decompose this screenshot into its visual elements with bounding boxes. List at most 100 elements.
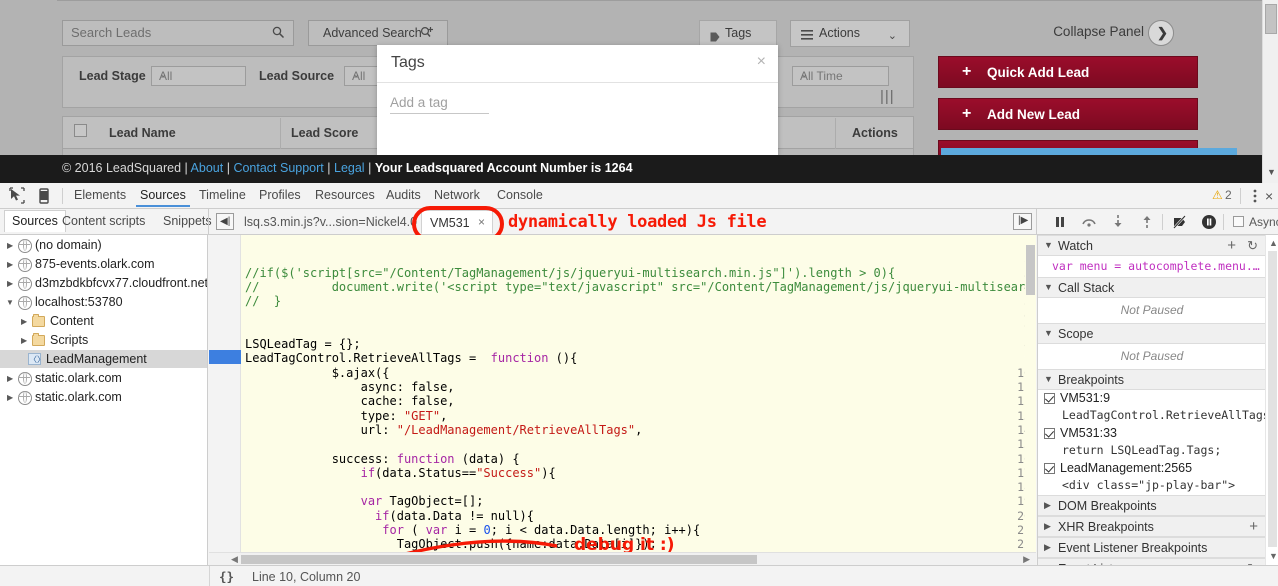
select-all-checkbox[interactable] xyxy=(74,124,87,137)
breakpoint-checkbox[interactable] xyxy=(1044,393,1055,404)
breakpoint-checkbox[interactable] xyxy=(1044,463,1055,474)
breakpoint-location[interactable]: VM531:9 xyxy=(1060,391,1110,405)
code-line[interactable]: //if($('script[src="/Content/TagManageme… xyxy=(245,266,895,280)
tree-node-leadmanagement[interactable]: 〈〉 LeadManagement xyxy=(0,350,208,368)
column-header-lead-score[interactable]: Lead Score xyxy=(291,126,358,140)
chevron-down-icon[interactable]: ▼ xyxy=(1044,374,1053,384)
navigator-tab-snippets[interactable]: Snippets xyxy=(163,214,212,228)
collapse-panel-button[interactable]: ❯ xyxy=(1148,20,1174,46)
section-header-event-listeners[interactable]: ▶ Event Listeners ↻ xyxy=(1038,558,1266,565)
scroll-up-icon[interactable]: ▲ xyxy=(1269,238,1278,248)
tree-node-static-olark-1[interactable]: ▶ static.olark.com xyxy=(0,369,208,387)
add-watch-icon[interactable]: + xyxy=(1227,237,1236,254)
tree-node-no-domain[interactable]: ▶ (no domain) xyxy=(0,236,208,254)
add-xhr-breakpoint-icon[interactable]: + xyxy=(1249,518,1258,535)
toggle-sidebar-icon[interactable]: |▶ xyxy=(1013,213,1032,230)
code-line[interactable]: LSQLeadTag = {}; xyxy=(245,337,361,351)
pause-on-exceptions-icon[interactable] xyxy=(1200,213,1218,231)
section-header-dom-breakpoints[interactable]: ▶ DOM Breakpoints xyxy=(1038,495,1266,516)
scroll-down-icon[interactable]: ▼ xyxy=(1269,551,1278,561)
watch-expression[interactable]: var menu = autocomplete.menu.… xyxy=(1052,259,1260,273)
code-line[interactable]: LeadTagControl.RetrieveAllTags = functio… xyxy=(245,351,577,365)
scrollbar-thumb[interactable] xyxy=(1265,4,1277,34)
scroll-down-icon[interactable]: ▼ xyxy=(1267,167,1276,177)
section-header-watch[interactable]: ▼ Watch + ↻ xyxy=(1038,235,1266,256)
tab-timeline[interactable]: Timeline xyxy=(199,188,246,202)
tree-node-content[interactable]: ▶ Content xyxy=(0,312,208,330)
chevron-right-icon[interactable]: ▶ xyxy=(1044,542,1051,553)
breakpoint-checkbox[interactable] xyxy=(1044,428,1055,439)
search-input[interactable]: Search Leads xyxy=(62,20,294,46)
close-devtools-icon[interactable]: × xyxy=(1265,188,1273,204)
chevron-down-icon[interactable]: ▼ xyxy=(1044,282,1053,292)
lead-stage-select[interactable]: All ⌄ xyxy=(151,66,246,86)
file-navigator[interactable]: ▶ (no domain) ▶ 875-events.olark.com ▶ d… xyxy=(0,235,208,565)
footer-link-about[interactable]: About xyxy=(191,161,224,175)
code-line[interactable]: success: function (data) { xyxy=(245,452,520,466)
section-header-breakpoints[interactable]: ▼ Breakpoints xyxy=(1038,369,1266,390)
scroll-left-icon[interactable]: ◀ xyxy=(231,554,238,565)
code-line[interactable]: // document.write('<script type="text/ja… xyxy=(245,280,1036,294)
search-icon[interactable] xyxy=(272,26,285,39)
navigator-tab-content-scripts[interactable]: Content scripts xyxy=(62,214,145,228)
kebab-menu-icon[interactable] xyxy=(1248,187,1262,205)
toggle-navigator-icon[interactable]: ◀| xyxy=(216,213,234,230)
code-line[interactable]: $.ajax({ xyxy=(245,366,390,380)
inspect-element-icon[interactable] xyxy=(8,187,28,205)
pretty-print-icon[interactable]: {} xyxy=(219,569,234,584)
tree-node-875-events[interactable]: ▶ 875-events.olark.com xyxy=(0,255,208,273)
code-editor[interactable]: 1234567891011121314151617181920212223 //… xyxy=(209,235,1036,565)
code-line[interactable]: // } xyxy=(245,294,281,308)
warning-count[interactable]: 2 xyxy=(1225,188,1232,202)
scroll-right-icon[interactable]: ▶ xyxy=(1023,554,1030,565)
tree-node-scripts[interactable]: ▶ Scripts xyxy=(0,331,208,349)
quick-add-lead-button[interactable]: + Quick Add Lead xyxy=(938,56,1198,88)
code-line[interactable]: var TagObject=[]; xyxy=(245,494,483,508)
step-out-icon[interactable] xyxy=(1138,213,1156,231)
deactivate-breakpoints-icon[interactable] xyxy=(1171,213,1189,231)
code-line[interactable]: url: "/LeadManagement/RetrieveAllTags", xyxy=(245,423,642,437)
code-line[interactable]: type: "GET", xyxy=(245,409,447,423)
scrollbar-thumb[interactable] xyxy=(1268,251,1277,547)
chevron-right-icon[interactable]: ▶ xyxy=(1044,500,1051,511)
close-icon[interactable]: × xyxy=(757,53,766,71)
page-scrollbar[interactable]: ▼ xyxy=(1262,0,1278,183)
chevron-right-icon[interactable]: ▶ xyxy=(7,393,13,402)
editor-vertical-scrollbar[interactable] xyxy=(1025,235,1036,553)
tab-console[interactable]: Console xyxy=(497,188,543,202)
tab-resources[interactable]: Resources xyxy=(315,188,375,202)
chevron-right-icon[interactable]: ▶ xyxy=(7,279,13,288)
code-line[interactable]: async: false, xyxy=(245,380,455,394)
actions-button[interactable]: Actions ⌄ xyxy=(790,20,910,47)
section-header-xhr-breakpoints[interactable]: ▶ XHR Breakpoints + xyxy=(1038,516,1266,537)
async-checkbox[interactable] xyxy=(1233,216,1244,227)
code-line[interactable]: if(data.Status=="Success"){ xyxy=(245,466,556,480)
section-header-call-stack[interactable]: ▼ Call Stack xyxy=(1038,277,1266,298)
tab-network[interactable]: Network xyxy=(434,188,480,202)
chevron-right-icon[interactable]: ▶ xyxy=(21,317,27,326)
refresh-icon[interactable]: ↻ xyxy=(1247,238,1258,254)
device-toolbar-icon[interactable] xyxy=(35,187,55,205)
chevron-down-icon[interactable]: ▼ xyxy=(1044,328,1053,338)
tab-profiles[interactable]: Profiles xyxy=(259,188,301,202)
columns-icon[interactable]: ||| xyxy=(880,88,895,105)
chevron-down-icon[interactable]: ▼ xyxy=(1044,240,1053,250)
code-line[interactable]: cache: false, xyxy=(245,394,455,408)
tree-node-cloudfront[interactable]: ▶ d3mzbdkbfcvx77.cloudfront.net xyxy=(0,274,208,292)
footer-link-contact-support[interactable]: Contact Support xyxy=(233,161,323,175)
chevron-right-icon[interactable]: ▶ xyxy=(1044,521,1051,532)
footer-link-legal[interactable]: Legal xyxy=(334,161,365,175)
warning-icon[interactable]: ⚠ xyxy=(1212,188,1223,202)
chevron-right-icon[interactable]: ▶ xyxy=(7,374,13,383)
open-file-tab-lsq[interactable]: lsq.s3.min.js?v...sion=Nickel4.0 xyxy=(244,215,417,229)
advanced-search-button[interactable]: Advanced Search xyxy=(308,20,448,46)
section-header-event-listener-breakpoints[interactable]: ▶ Event Listener Breakpoints xyxy=(1038,537,1266,558)
sidebar-scrollbar[interactable]: ▲ ▼ xyxy=(1265,235,1278,565)
tree-node-localhost[interactable]: ▼ localhost:53780 xyxy=(0,293,208,311)
editor-horizontal-scrollbar[interactable]: ◀ ▶ xyxy=(209,552,1036,565)
tab-audits[interactable]: Audits xyxy=(386,188,421,202)
tab-elements[interactable]: Elements xyxy=(74,188,126,202)
section-header-scope[interactable]: ▼ Scope xyxy=(1038,323,1266,344)
navigator-tab-sources[interactable]: Sources xyxy=(4,210,66,232)
pause-icon[interactable] xyxy=(1051,213,1069,231)
